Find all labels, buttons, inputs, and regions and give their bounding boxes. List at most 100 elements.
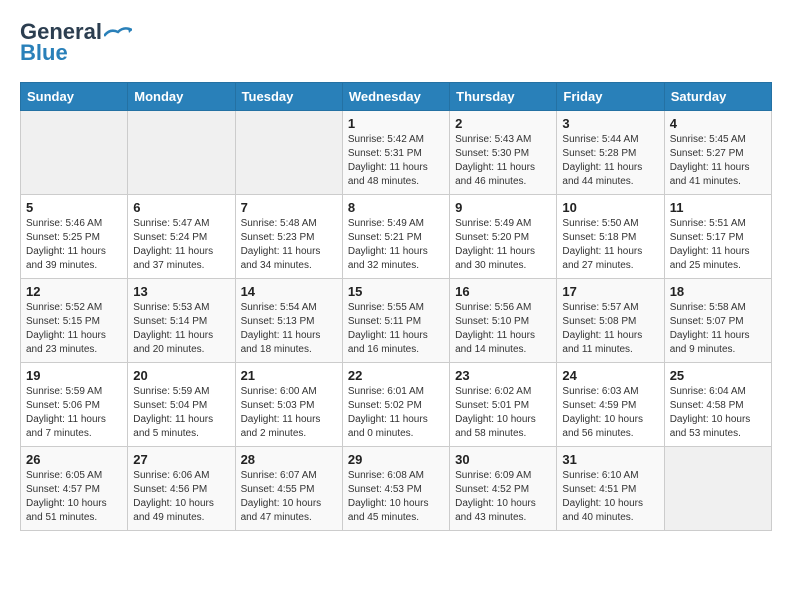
calendar-cell: 28 Sunrise: 6:07 AM Sunset: 4:55 PM Dayli… bbox=[235, 447, 342, 531]
calendar-cell: 7 Sunrise: 5:48 AM Sunset: 5:23 PM Daylig… bbox=[235, 195, 342, 279]
calendar-cell bbox=[21, 111, 128, 195]
day-info: Sunrise: 5:57 AM Sunset: 5:08 PM Dayligh… bbox=[562, 301, 658, 357]
calendar-cell: 3 Sunrise: 5:44 AM Sunset: 5:28 PM Daylig… bbox=[557, 111, 664, 195]
calendar-cell: 4Sunrise: 5:45 AM Sunset: 5:27 PM Daylig… bbox=[664, 111, 771, 195]
calendar-week-row: 5Sunrise: 5:46 AM Sunset: 5:25 PM Daylig… bbox=[21, 195, 772, 279]
day-number: 19 bbox=[26, 368, 122, 383]
calendar-cell: 15 Sunrise: 5:55 AM Sunset: 5:11 PM Dayli… bbox=[342, 279, 449, 363]
day-info: Sunrise: 6:00 AM Sunset: 5:03 PM Dayligh… bbox=[241, 385, 337, 441]
calendar-week-row: 26 Sunrise: 6:05 AM Sunset: 4:57 PM Dayli… bbox=[21, 447, 772, 531]
day-info: Sunrise: 5:51 AM Sunset: 5:17 PM Dayligh… bbox=[670, 217, 766, 273]
day-number: 28 bbox=[241, 452, 337, 467]
day-number: 27 bbox=[133, 452, 229, 467]
day-number: 30 bbox=[455, 452, 551, 467]
day-number: 24 bbox=[562, 368, 658, 383]
day-number: 12 bbox=[26, 284, 122, 299]
day-info: Sunrise: 6:01 AM Sunset: 5:02 PM Dayligh… bbox=[348, 385, 444, 441]
calendar-cell: 10 Sunrise: 5:50 AM Sunset: 5:18 PM Dayli… bbox=[557, 195, 664, 279]
calendar-cell bbox=[664, 447, 771, 531]
calendar-cell: 8 Sunrise: 5:49 AM Sunset: 5:21 PM Daylig… bbox=[342, 195, 449, 279]
day-number: 8 bbox=[348, 200, 444, 215]
day-number: 6 bbox=[133, 200, 229, 215]
calendar-cell: 22Sunrise: 6:01 AM Sunset: 5:02 PM Dayli… bbox=[342, 363, 449, 447]
calendar-cell: 25 Sunrise: 6:04 AM Sunset: 4:58 PM Dayli… bbox=[664, 363, 771, 447]
day-info: Sunrise: 5:49 AM Sunset: 5:21 PM Dayligh… bbox=[348, 217, 444, 273]
day-info: Sunrise: 5:50 AM Sunset: 5:18 PM Dayligh… bbox=[562, 217, 658, 273]
day-info: Sunrise: 5:44 AM Sunset: 5:28 PM Dayligh… bbox=[562, 133, 658, 189]
day-number: 14 bbox=[241, 284, 337, 299]
calendar-cell: 14 Sunrise: 5:54 AM Sunset: 5:13 PM Dayli… bbox=[235, 279, 342, 363]
day-number: 20 bbox=[133, 368, 229, 383]
day-info: Sunrise: 6:10 AM Sunset: 4:51 PM Dayligh… bbox=[562, 469, 658, 525]
calendar-cell: 18Sunrise: 5:58 AM Sunset: 5:07 PM Dayli… bbox=[664, 279, 771, 363]
day-info: Sunrise: 5:59 AM Sunset: 5:04 PM Dayligh… bbox=[133, 385, 229, 441]
day-info: Sunrise: 5:47 AM Sunset: 5:24 PM Dayligh… bbox=[133, 217, 229, 273]
col-header-monday: Monday bbox=[128, 83, 235, 111]
calendar-cell: 24 Sunrise: 6:03 AM Sunset: 4:59 PM Dayli… bbox=[557, 363, 664, 447]
calendar-cell: 13 Sunrise: 5:53 AM Sunset: 5:14 PM Dayli… bbox=[128, 279, 235, 363]
page-header: General Blue bbox=[20, 20, 772, 66]
day-number: 16 bbox=[455, 284, 551, 299]
day-number: 1 bbox=[348, 116, 444, 131]
day-info: Sunrise: 6:05 AM Sunset: 4:57 PM Dayligh… bbox=[26, 469, 122, 525]
logo-bird-icon bbox=[104, 26, 132, 40]
day-number: 15 bbox=[348, 284, 444, 299]
day-number: 26 bbox=[26, 452, 122, 467]
calendar-cell: 2 Sunrise: 5:43 AM Sunset: 5:30 PM Daylig… bbox=[450, 111, 557, 195]
calendar-cell: 5Sunrise: 5:46 AM Sunset: 5:25 PM Daylig… bbox=[21, 195, 128, 279]
logo-blue: Blue bbox=[20, 40, 68, 66]
day-info: Sunrise: 5:49 AM Sunset: 5:20 PM Dayligh… bbox=[455, 217, 551, 273]
day-number: 11 bbox=[670, 200, 766, 215]
calendar-week-row: 19 Sunrise: 5:59 AM Sunset: 5:06 PM Dayli… bbox=[21, 363, 772, 447]
day-info: Sunrise: 6:08 AM Sunset: 4:53 PM Dayligh… bbox=[348, 469, 444, 525]
day-number: 7 bbox=[241, 200, 337, 215]
calendar-cell: 30 Sunrise: 6:09 AM Sunset: 4:52 PM Dayli… bbox=[450, 447, 557, 531]
calendar-cell: 27Sunrise: 6:06 AM Sunset: 4:56 PM Dayli… bbox=[128, 447, 235, 531]
day-info: Sunrise: 5:43 AM Sunset: 5:30 PM Dayligh… bbox=[455, 133, 551, 189]
day-number: 23 bbox=[455, 368, 551, 383]
day-info: Sunrise: 5:45 AM Sunset: 5:27 PM Dayligh… bbox=[670, 133, 766, 189]
logo: General Blue bbox=[20, 20, 132, 66]
col-header-friday: Friday bbox=[557, 83, 664, 111]
calendar-week-row: 1 Sunrise: 5:42 AM Sunset: 5:31 PM Daylig… bbox=[21, 111, 772, 195]
day-number: 25 bbox=[670, 368, 766, 383]
calendar-cell: 9 Sunrise: 5:49 AM Sunset: 5:20 PM Daylig… bbox=[450, 195, 557, 279]
day-info: Sunrise: 6:03 AM Sunset: 4:59 PM Dayligh… bbox=[562, 385, 658, 441]
day-number: 13 bbox=[133, 284, 229, 299]
day-number: 17 bbox=[562, 284, 658, 299]
day-info: Sunrise: 5:58 AM Sunset: 5:07 PM Dayligh… bbox=[670, 301, 766, 357]
day-info: Sunrise: 5:53 AM Sunset: 5:14 PM Dayligh… bbox=[133, 301, 229, 357]
calendar-cell: 21 Sunrise: 6:00 AM Sunset: 5:03 PM Dayli… bbox=[235, 363, 342, 447]
calendar-week-row: 12Sunrise: 5:52 AM Sunset: 5:15 PM Dayli… bbox=[21, 279, 772, 363]
calendar-cell: 11 Sunrise: 5:51 AM Sunset: 5:17 PM Dayli… bbox=[664, 195, 771, 279]
day-info: Sunrise: 6:04 AM Sunset: 4:58 PM Dayligh… bbox=[670, 385, 766, 441]
col-header-wednesday: Wednesday bbox=[342, 83, 449, 111]
day-info: Sunrise: 6:09 AM Sunset: 4:52 PM Dayligh… bbox=[455, 469, 551, 525]
day-info: Sunrise: 5:48 AM Sunset: 5:23 PM Dayligh… bbox=[241, 217, 337, 273]
day-info: Sunrise: 5:55 AM Sunset: 5:11 PM Dayligh… bbox=[348, 301, 444, 357]
calendar-cell: 6 Sunrise: 5:47 AM Sunset: 5:24 PM Daylig… bbox=[128, 195, 235, 279]
day-info: Sunrise: 6:07 AM Sunset: 4:55 PM Dayligh… bbox=[241, 469, 337, 525]
day-info: Sunrise: 5:42 AM Sunset: 5:31 PM Dayligh… bbox=[348, 133, 444, 189]
day-info: Sunrise: 5:56 AM Sunset: 5:10 PM Dayligh… bbox=[455, 301, 551, 357]
calendar-cell bbox=[235, 111, 342, 195]
calendar-cell: 12Sunrise: 5:52 AM Sunset: 5:15 PM Dayli… bbox=[21, 279, 128, 363]
day-number: 2 bbox=[455, 116, 551, 131]
day-info: Sunrise: 5:59 AM Sunset: 5:06 PM Dayligh… bbox=[26, 385, 122, 441]
calendar-cell: 16 Sunrise: 5:56 AM Sunset: 5:10 PM Dayli… bbox=[450, 279, 557, 363]
calendar-cell: 26 Sunrise: 6:05 AM Sunset: 4:57 PM Dayli… bbox=[21, 447, 128, 531]
day-number: 10 bbox=[562, 200, 658, 215]
day-number: 29 bbox=[348, 452, 444, 467]
col-header-saturday: Saturday bbox=[664, 83, 771, 111]
day-number: 9 bbox=[455, 200, 551, 215]
day-number: 3 bbox=[562, 116, 658, 131]
calendar-cell bbox=[128, 111, 235, 195]
col-header-thursday: Thursday bbox=[450, 83, 557, 111]
calendar-table: SundayMondayTuesdayWednesdayThursdayFrid… bbox=[20, 82, 772, 531]
calendar-cell: 29 Sunrise: 6:08 AM Sunset: 4:53 PM Dayli… bbox=[342, 447, 449, 531]
day-info: Sunrise: 5:54 AM Sunset: 5:13 PM Dayligh… bbox=[241, 301, 337, 357]
calendar-cell: 20 Sunrise: 5:59 AM Sunset: 5:04 PM Dayli… bbox=[128, 363, 235, 447]
day-number: 21 bbox=[241, 368, 337, 383]
calendar-cell: 23Sunrise: 6:02 AM Sunset: 5:01 PM Dayli… bbox=[450, 363, 557, 447]
calendar-header-row: SundayMondayTuesdayWednesdayThursdayFrid… bbox=[21, 83, 772, 111]
